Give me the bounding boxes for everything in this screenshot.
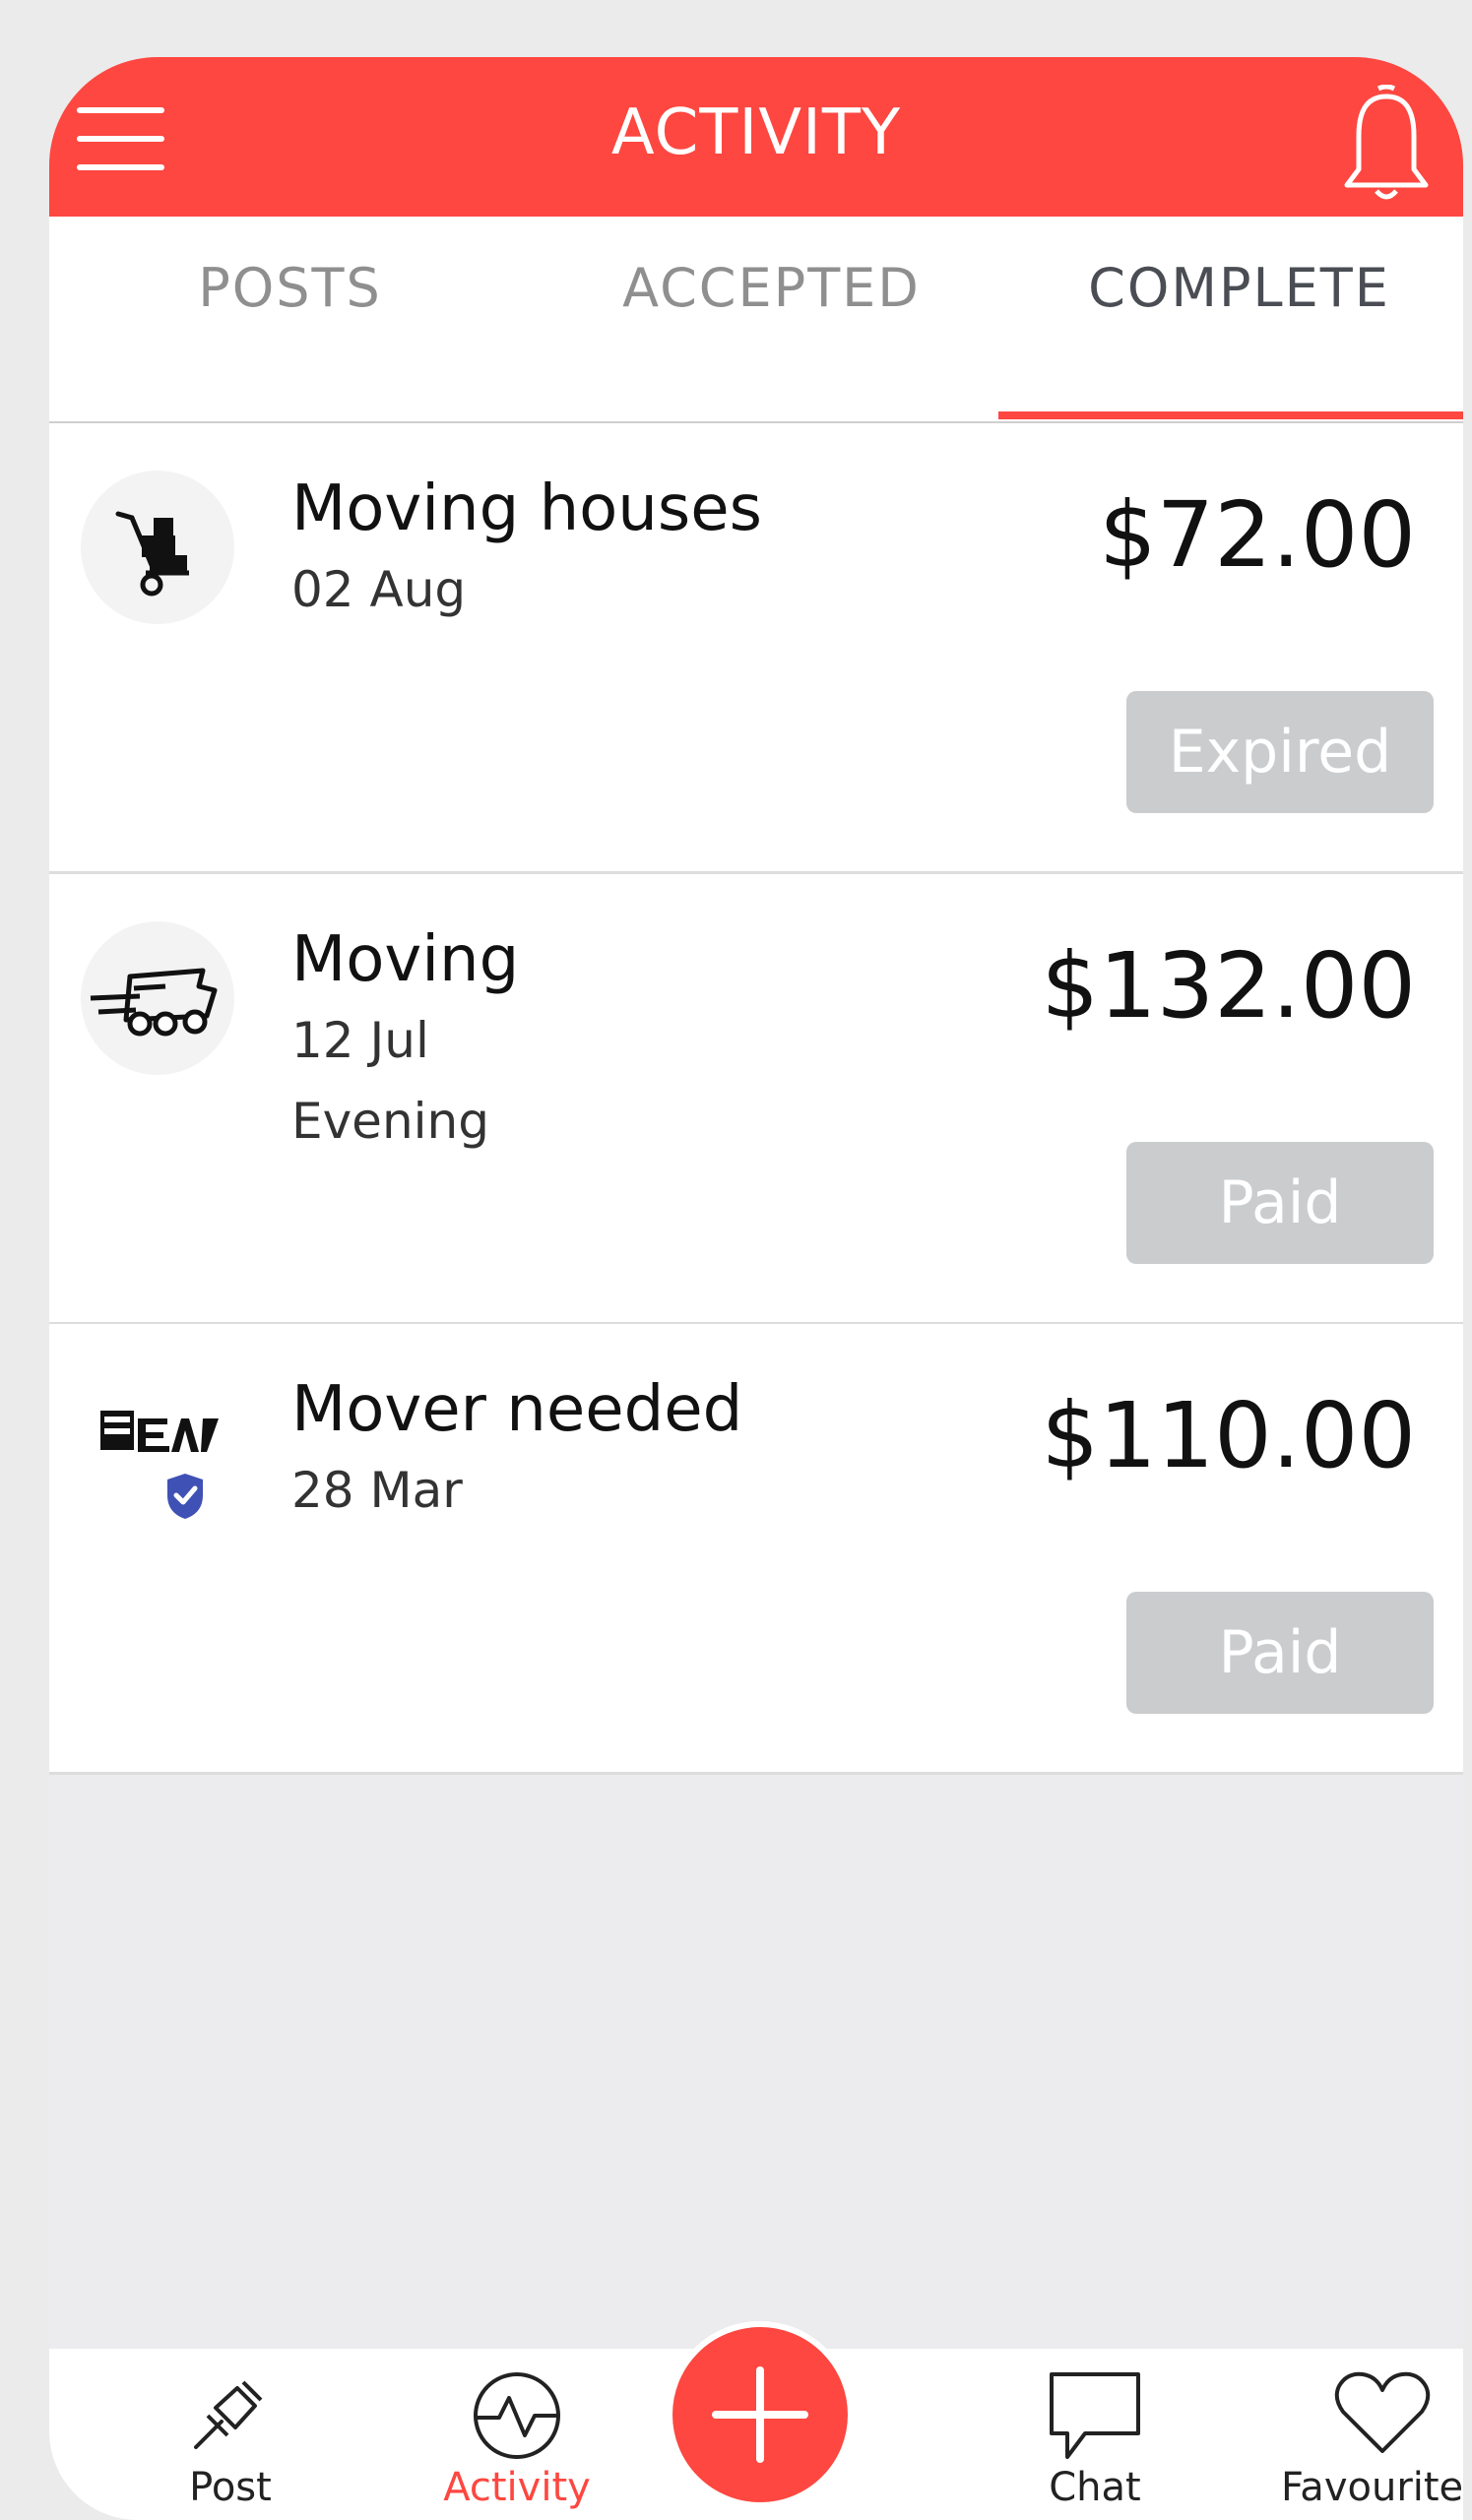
moving-truck-icon: [81, 921, 234, 1075]
app-screen: ACTIVITY POSTS ACCEPTED COMPLETE Moving …: [49, 57, 1463, 2520]
heart-icon: [1334, 2371, 1431, 2453]
nav-post[interactable]: Post: [102, 2349, 358, 2520]
app-header: ACTIVITY: [49, 57, 1463, 217]
job-title: Moving houses: [291, 472, 762, 545]
status-badge: Expired: [1126, 691, 1434, 813]
plus-icon: [712, 2366, 808, 2463]
mover-logo-icon: [81, 1371, 234, 1525]
job-time: Evening: [291, 1093, 489, 1150]
job-card[interactable]: Moving houses 02 Aug $72.00 Expired: [49, 423, 1463, 874]
job-date: 12 Jul: [291, 1012, 429, 1069]
notification-bell-icon[interactable]: [1339, 84, 1434, 203]
hand-truck-icon: [81, 471, 234, 624]
pin-icon: [194, 2380, 263, 2449]
nav-favourites[interactable]: Favourites: [1254, 2349, 1463, 2520]
activity-tabs: POSTS ACCEPTED COMPLETE: [49, 217, 1463, 424]
job-price: $72.00: [1099, 482, 1416, 588]
nav-label: Activity: [443, 2465, 591, 2510]
job-price: $132.00: [1041, 933, 1416, 1039]
add-post-button[interactable]: [667, 2321, 854, 2508]
nav-label: Chat: [1049, 2465, 1141, 2510]
tab-complete[interactable]: COMPLETE: [998, 217, 1463, 421]
tab-accepted[interactable]: ACCEPTED: [531, 217, 1012, 421]
nav-label: Post: [189, 2465, 272, 2510]
job-title: Moving: [291, 923, 520, 996]
tab-posts[interactable]: POSTS: [49, 217, 531, 421]
active-tab-indicator: [998, 411, 1463, 419]
job-date: 02 Aug: [291, 561, 467, 618]
job-price: $110.00: [1041, 1383, 1416, 1488]
job-card[interactable]: Moving 12 Jul Evening $132.00 Paid: [49, 874, 1463, 1325]
activity-icon: [474, 2372, 560, 2459]
nav-activity[interactable]: Activity: [389, 2349, 645, 2520]
job-date: 28 Mar: [291, 1462, 463, 1519]
nav-chat[interactable]: Chat: [967, 2349, 1223, 2520]
status-badge: Paid: [1126, 1142, 1434, 1264]
job-card[interactable]: Mover needed 28 Mar $110.00 Paid: [49, 1324, 1463, 1775]
chat-bubble-icon: [1050, 2372, 1140, 2459]
page-title: ACTIVITY: [610, 96, 902, 169]
status-badge: Paid: [1126, 1592, 1434, 1714]
job-title: Mover needed: [291, 1373, 743, 1446]
nav-label: Favourites: [1280, 2465, 1463, 2510]
